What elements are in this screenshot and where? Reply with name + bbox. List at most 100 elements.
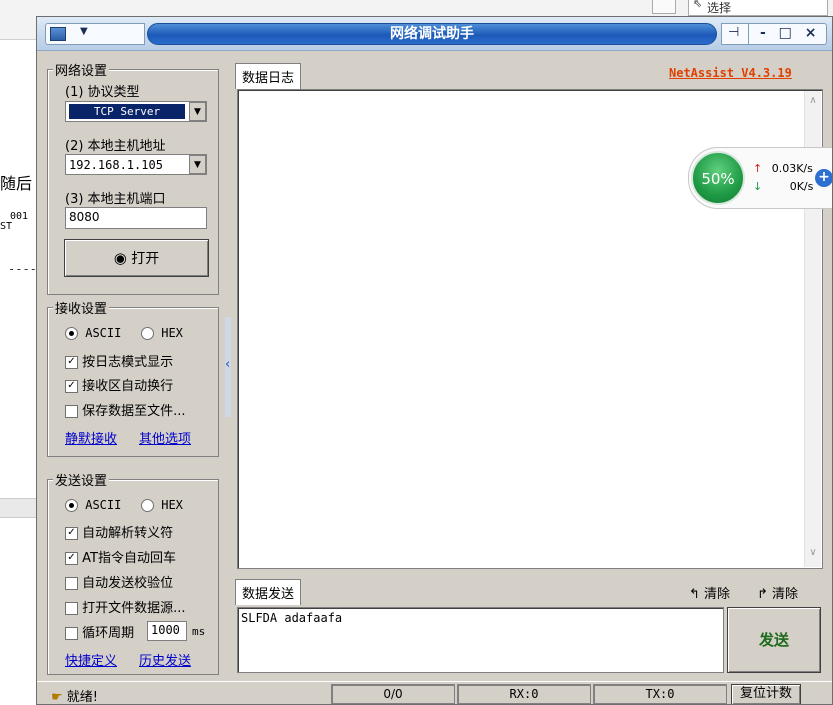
clear-log-button[interactable]: ↱ 清除 [757, 583, 798, 602]
radio-on-icon [65, 499, 78, 512]
controls-separator [748, 24, 749, 44]
host-value: 192.168.1.105 [69, 158, 163, 172]
scroll-down-icon[interactable]: ∨ [805, 547, 821, 558]
send-checksum-checkbox[interactable]: 自动发送校验位 [65, 572, 173, 591]
system-menu[interactable]: ▼ [45, 23, 145, 45]
clear-icon: ↱ [757, 587, 768, 602]
checkmark-icon: ✓ [65, 552, 78, 565]
clear-send-button[interactable]: ↰ 清除 [689, 583, 730, 602]
status-ready-text: 就绪! [66, 690, 99, 705]
send-opt4-label: 打开文件数据源... [82, 601, 186, 616]
quick-define-link[interactable]: 快捷定义 [65, 650, 117, 669]
send-hex-radio[interactable]: HEX [141, 498, 183, 512]
status-count: 0/0 [331, 684, 455, 704]
send-history-link[interactable]: 历史发送 [139, 650, 191, 669]
loop-period-unit: ms [192, 625, 206, 638]
tab-data-log[interactable]: 数据日志 [235, 63, 302, 89]
send-text-area[interactable]: SLFDA adafaafa [237, 607, 724, 673]
window-controls: ⊣ - □ × [721, 23, 827, 45]
send-loop-checkbox[interactable]: 循环周期 [65, 622, 134, 641]
version-link[interactable]: NetAssist V4.3.19 [669, 66, 792, 80]
pin-icon[interactable]: ⊣ [728, 25, 739, 40]
title-bar: ▼ 网络调试助手 ⊣ - □ × [37, 17, 832, 51]
load-ball: 50% [691, 151, 745, 205]
status-bar: ☛ 就绪! 0/0 RX:0 TX:0 复位计数 [37, 681, 832, 705]
background-text: 随后 [0, 174, 33, 193]
send-button[interactable]: 发送 [727, 607, 821, 673]
send-hex-label: HEX [161, 498, 183, 512]
open-button[interactable]: ◉ 打开 [64, 239, 209, 277]
receive-ascii-radio[interactable]: ASCII [65, 326, 121, 340]
receive-log-mode-checkbox[interactable]: ✓ 按日志模式显示 [65, 351, 173, 370]
chevron-down-icon[interactable]: ▼ [189, 102, 206, 121]
receive-save-file-checkbox[interactable]: 保存数据至文件... [65, 400, 186, 419]
silent-receive-link[interactable]: 静默接收 [65, 428, 117, 447]
receive-opt2-label: 接收区自动换行 [82, 379, 174, 394]
open-button-label: 打开 [131, 251, 160, 267]
arrow-down-icon: ↓ [753, 180, 763, 193]
checkmark-icon: ✓ [65, 380, 78, 393]
status-rx: RX:0 [457, 684, 591, 704]
receive-settings-title: 接收设置 [53, 298, 110, 317]
window-buttons[interactable]: - □ × [760, 25, 821, 41]
network-settings-title: 网络设置 [53, 60, 110, 79]
menu-caret-icon: ▼ [80, 26, 88, 37]
send-opt1-label: 自动解析转义符 [82, 526, 174, 541]
chevron-down-icon[interactable]: ▼ [189, 155, 206, 174]
record-icon: ◉ [113, 249, 127, 267]
download-speed-value: 0K/s [789, 180, 814, 193]
receive-hex-radio[interactable]: HEX [141, 326, 183, 340]
background-button[interactable] [652, 0, 676, 14]
plus-icon[interactable]: + [815, 169, 832, 187]
clear-log-label: 清除 [772, 587, 799, 602]
checkmark-icon: ✓ [65, 527, 78, 540]
port-input[interactable]: 8080 [65, 207, 207, 229]
other-options-link[interactable]: 其他选项 [139, 428, 191, 447]
send-opt5-label: 循环周期 [82, 626, 135, 641]
arrow-up-icon: ↑ [753, 162, 763, 175]
receive-hex-label: HEX [161, 326, 183, 340]
send-ascii-label: ASCII [85, 498, 122, 512]
cursor-icon: ⇖ [693, 0, 703, 10]
unchecked-box-icon [65, 602, 78, 615]
clear-send-label: 清除 [704, 587, 731, 602]
app-icon [50, 27, 66, 41]
radio-on-icon [65, 327, 78, 340]
clear-icon: ↰ [689, 587, 700, 602]
reset-count-button[interactable]: 复位计数 [731, 684, 801, 704]
radio-off-icon [141, 327, 154, 340]
send-ascii-radio[interactable]: ASCII [65, 498, 121, 512]
receive-ascii-label: ASCII [85, 326, 122, 340]
send-settings-title: 发送设置 [53, 470, 110, 489]
protocol-select[interactable]: TCP Server ▼ [65, 101, 207, 122]
protocol-selected-value: TCP Server [69, 104, 185, 119]
receive-autowrap-checkbox[interactable]: ✓ 接收区自动换行 [65, 375, 173, 394]
background-band [0, 498, 40, 518]
loop-period-input[interactable]: 1000 [147, 621, 187, 641]
send-opt2-label: AT指令自动回车 [82, 551, 176, 566]
upload-speed-value: 0.03K/s [771, 162, 813, 175]
tab-data-send[interactable]: 数据发送 [235, 579, 302, 605]
download-speed: ↓ 0K/s [753, 180, 813, 193]
send-at-enter-checkbox[interactable]: ✓ AT指令自动回车 [65, 547, 176, 566]
background-text-small-line2: ST [0, 221, 13, 232]
scroll-up-icon[interactable]: ∧ [805, 95, 821, 106]
send-escape-checkbox[interactable]: ✓ 自动解析转义符 [65, 522, 173, 541]
netassist-window: ▼ 网络调试助手 ⊣ - □ × 网络设置 (1) 协议类型 TCP Serve… [36, 16, 833, 705]
host-label: (2) 本地主机地址 [65, 139, 166, 154]
hand-pointer-icon: ☛ [51, 690, 63, 705]
net-speed-widget[interactable]: 50% ↑ 0.03K/s ↓ 0K/s [688, 147, 832, 209]
status-tx: TX:0 [593, 684, 727, 704]
unchecked-box-icon [65, 577, 78, 590]
upload-speed: ↑ 0.03K/s [753, 162, 813, 175]
background-select[interactable]: ⇖ 选择 [688, 0, 828, 16]
receive-opt3-label: 保存数据至文件... [82, 404, 186, 419]
send-opt3-label: 自动发送校验位 [82, 576, 174, 591]
receive-opt1-label: 按日志模式显示 [82, 355, 174, 370]
host-select[interactable]: 192.168.1.105 ▼ [65, 154, 207, 175]
chevron-left-icon[interactable]: ‹ [225, 357, 230, 372]
unchecked-box-icon [65, 405, 78, 418]
send-file-source-checkbox[interactable]: 打开文件数据源... [65, 597, 186, 616]
window-title: 网络调试助手 [147, 23, 717, 45]
status-ready: ☛ 就绪! [51, 686, 99, 705]
